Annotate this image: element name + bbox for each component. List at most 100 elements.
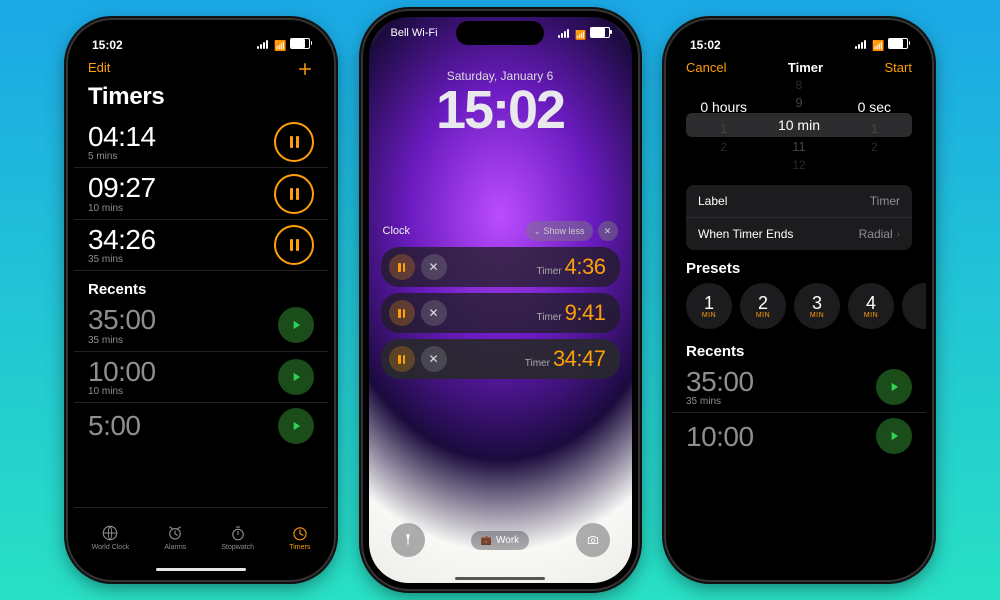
- picker-dim: 9: [761, 93, 836, 113]
- presets-list: 1MIN 2MIN 3MIN 4MIN: [672, 279, 926, 333]
- page-title: Timers: [74, 81, 328, 117]
- recent-timer-row[interactable]: 10:00: [672, 413, 926, 459]
- preset-num: 3: [812, 294, 822, 312]
- preset-button[interactable]: 1MIN: [686, 283, 732, 329]
- pause-button[interactable]: [274, 122, 314, 162]
- live-value: 9:41: [565, 300, 606, 326]
- notch: [156, 20, 246, 42]
- timer-sub: 5 mins: [88, 151, 156, 162]
- active-timer-row[interactable]: 34:2635 mins: [74, 220, 328, 271]
- live-timer-row[interactable]: ✕ Timer 4:36: [381, 247, 620, 287]
- pause-button[interactable]: [274, 225, 314, 265]
- live-label: Timer: [536, 266, 561, 277]
- dismiss-button[interactable]: ✕: [598, 221, 618, 241]
- live-activities: ✕ Timer 4:36 ✕ Timer 9:41 ✕ Timer34:47: [381, 247, 620, 379]
- live-value: 34:47: [553, 346, 606, 372]
- live-label: Timer: [536, 312, 561, 323]
- live-timer-row[interactable]: ✕ Timer34:47: [381, 339, 620, 379]
- cancel-button[interactable]: Cancel: [686, 60, 726, 75]
- play-button[interactable]: [876, 369, 912, 405]
- label-row[interactable]: LabelTimer: [686, 185, 912, 218]
- show-less-label: Show less: [543, 226, 584, 236]
- status-right: 📶: [558, 27, 609, 41]
- notch: [754, 20, 844, 42]
- tab-timers[interactable]: Timers: [289, 524, 310, 551]
- preset-button[interactable]: [902, 283, 926, 329]
- config-key: When Timer Ends: [698, 227, 793, 241]
- picker-minutes[interactable]: 8 9 10 min 11 12: [761, 77, 836, 173]
- preset-button[interactable]: 2MIN: [740, 283, 786, 329]
- timer-time: 5:00: [88, 411, 141, 440]
- preset-num: 2: [758, 294, 768, 312]
- play-button[interactable]: [278, 307, 314, 343]
- tab-label: World Clock: [92, 544, 130, 551]
- home-indicator[interactable]: [455, 577, 545, 580]
- edit-button[interactable]: Edit: [88, 60, 110, 81]
- play-button[interactable]: [278, 359, 314, 395]
- live-close-button[interactable]: ✕: [421, 346, 447, 372]
- focus-pill[interactable]: 💼 Work: [471, 531, 529, 550]
- tab-label: Timers: [289, 544, 310, 551]
- home-indicator[interactable]: [156, 568, 246, 571]
- picker-sel: 0 sec: [837, 95, 912, 119]
- flashlight-button[interactable]: [391, 523, 425, 557]
- chevron-down-icon: ⌄: [534, 227, 541, 236]
- timer-time: 35:00: [88, 305, 156, 334]
- preset-num: 1: [704, 294, 714, 312]
- briefcase-icon: 💼: [481, 535, 492, 546]
- timer-sub: 10 mins: [88, 203, 156, 214]
- start-button[interactable]: Start: [885, 60, 912, 75]
- live-value: 4:36: [565, 254, 606, 280]
- recent-timer-row[interactable]: 35:0035 mins: [74, 300, 328, 351]
- show-less-button[interactable]: ⌄Show less: [526, 221, 593, 241]
- carrier: Bell Wi-Fi: [391, 27, 438, 41]
- timer-time: 04:14: [88, 122, 156, 151]
- phone-new-timer: 15:02 📶 Cancel Timer Start 0 hours 1 2 8: [666, 20, 932, 580]
- live-timer-row[interactable]: ✕ Timer 9:41: [381, 293, 620, 333]
- lock-time: 15:02: [369, 83, 632, 137]
- recent-timer-row[interactable]: 5:00: [74, 403, 328, 449]
- live-pause-button[interactable]: [389, 254, 415, 280]
- timer-time: 10:00: [686, 422, 754, 451]
- timer-time: 35:00: [686, 367, 754, 396]
- pause-button[interactable]: [274, 174, 314, 214]
- recent-timer-row[interactable]: 10:0010 mins: [74, 352, 328, 403]
- picker-sel: 10 min: [761, 113, 836, 137]
- play-button[interactable]: [278, 408, 314, 444]
- preset-button[interactable]: 4MIN: [848, 283, 894, 329]
- status-right: 📶: [257, 38, 310, 52]
- recents-heading: Recents: [672, 333, 926, 362]
- live-pause-button[interactable]: [389, 346, 415, 372]
- live-close-button[interactable]: ✕: [421, 300, 447, 326]
- active-timer-row[interactable]: 09:2710 mins: [74, 168, 328, 219]
- focus-label: Work: [496, 535, 519, 546]
- picker-hours[interactable]: 0 hours 1 2: [686, 95, 761, 155]
- screen-lock: Bell Wi-Fi 📶 Saturday, January 6 15:02 C…: [369, 17, 632, 583]
- tab-bar: World Clock Alarms Stopwatch Timers: [74, 507, 328, 574]
- picker-seconds[interactable]: 0 sec 1 2: [837, 95, 912, 155]
- lock-bottom-controls: 💼 Work: [369, 523, 632, 557]
- live-close-button[interactable]: ✕: [421, 254, 447, 280]
- screen-new-timer: 15:02 📶 Cancel Timer Start 0 hours 1 2 8: [672, 26, 926, 574]
- timer-config: LabelTimer When Timer EndsRadial›: [686, 185, 912, 250]
- live-pause-button[interactable]: [389, 300, 415, 326]
- picker-dim: 2: [837, 139, 912, 155]
- tab-world-clock[interactable]: World Clock: [92, 524, 130, 551]
- tab-stopwatch[interactable]: Stopwatch: [221, 524, 254, 551]
- tab-label: Alarms: [164, 544, 186, 551]
- active-timer-row[interactable]: 04:145 mins: [74, 117, 328, 168]
- time-picker[interactable]: 0 hours 1 2 8 9 10 min 11 12 0 sec 1 2: [686, 79, 912, 171]
- camera-button[interactable]: [576, 523, 610, 557]
- preset-unit: MIN: [864, 312, 878, 319]
- picker-dim: 1: [837, 119, 912, 139]
- recent-timer-row[interactable]: 35:0035 mins: [672, 362, 926, 413]
- preset-button[interactable]: 3MIN: [794, 283, 840, 329]
- live-activity-header: Clock ⌄Show less ✕: [369, 221, 632, 241]
- add-timer-button[interactable]: [296, 60, 314, 81]
- tab-alarms[interactable]: Alarms: [164, 524, 186, 551]
- picker-dim: 11: [761, 137, 836, 157]
- when-ends-row[interactable]: When Timer EndsRadial›: [686, 218, 912, 250]
- play-button[interactable]: [876, 418, 912, 454]
- picker-dim: 12: [761, 157, 836, 173]
- presets-heading: Presets: [672, 250, 926, 279]
